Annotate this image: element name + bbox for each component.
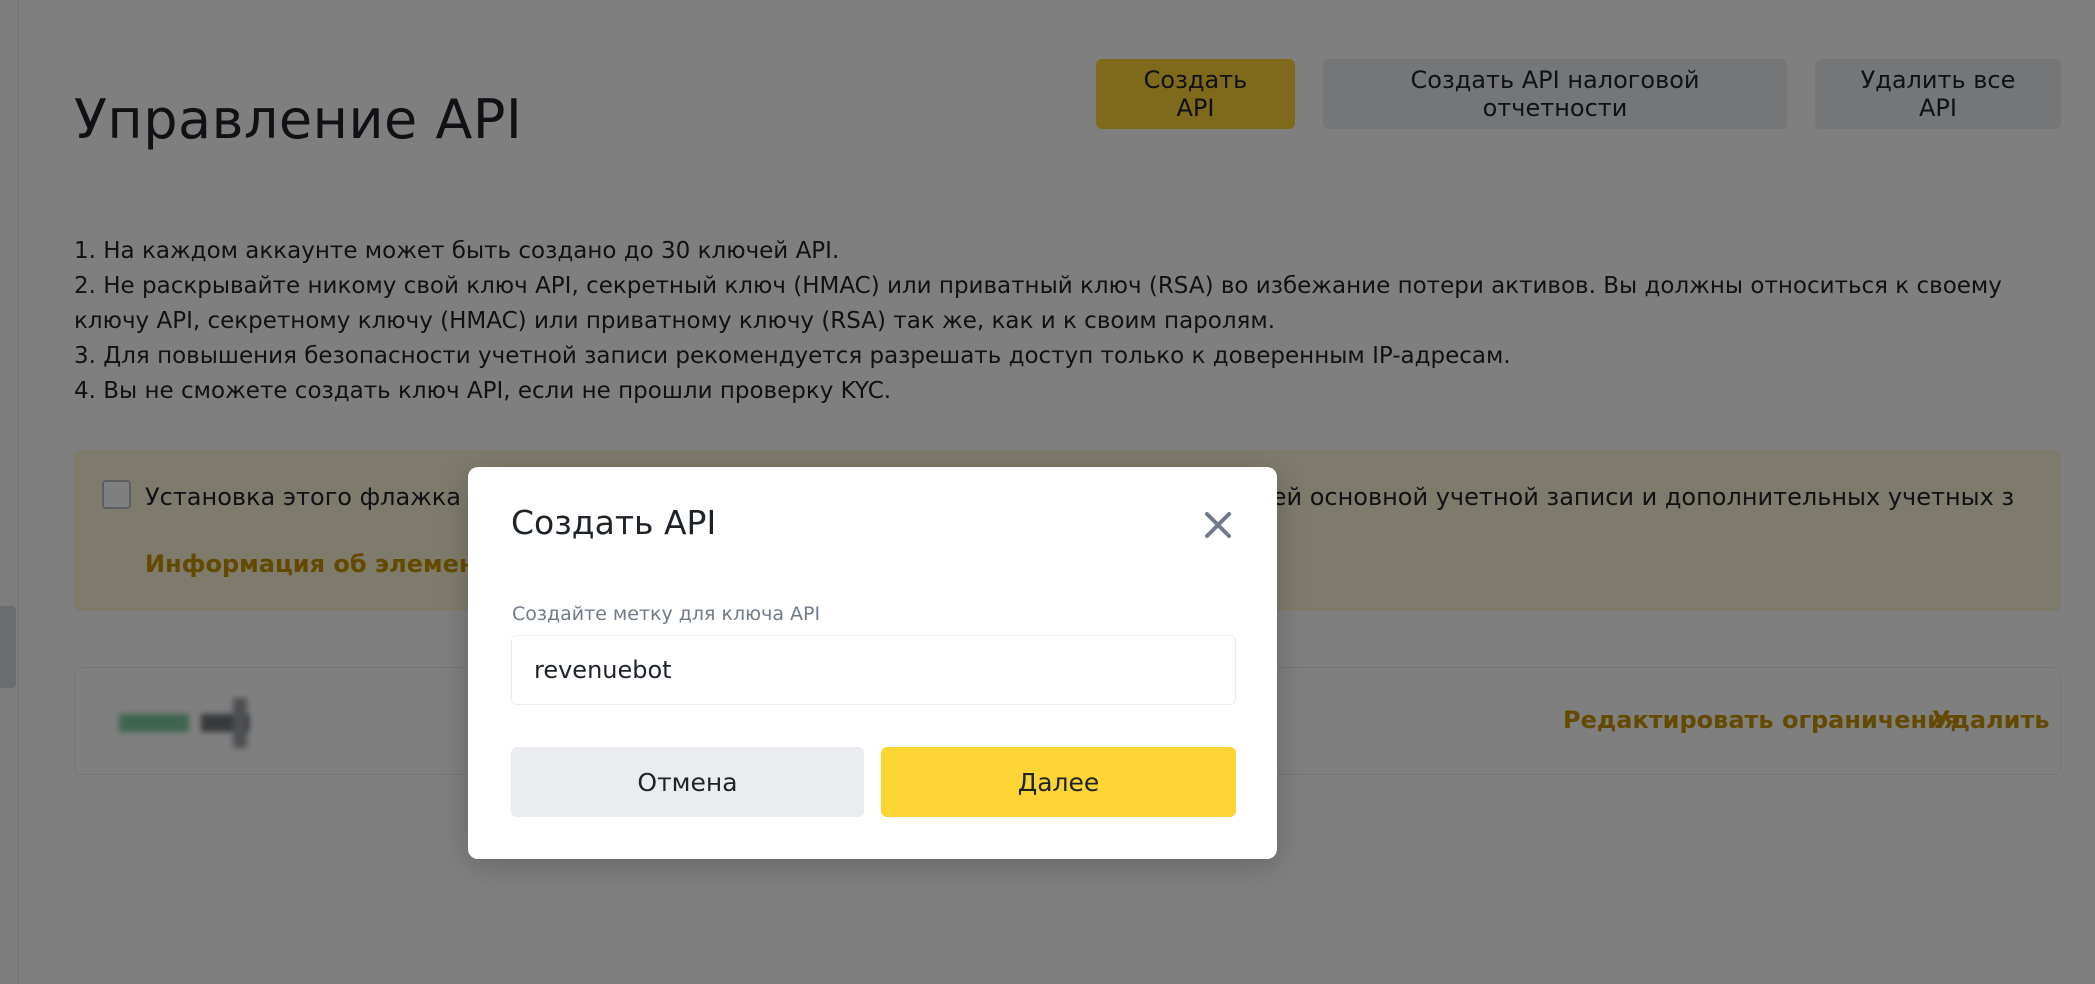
close-icon[interactable] [1196,503,1240,547]
api-label-field-label: Создайте метку для ключа API [512,603,821,625]
cancel-button[interactable]: Отмена [511,747,864,817]
create-api-modal: Создать API Создайте метку для ключа API… [468,467,1277,859]
modal-title: Создать API [511,503,717,542]
api-label-input[interactable] [511,635,1236,705]
next-button[interactable]: Далее [881,747,1236,817]
